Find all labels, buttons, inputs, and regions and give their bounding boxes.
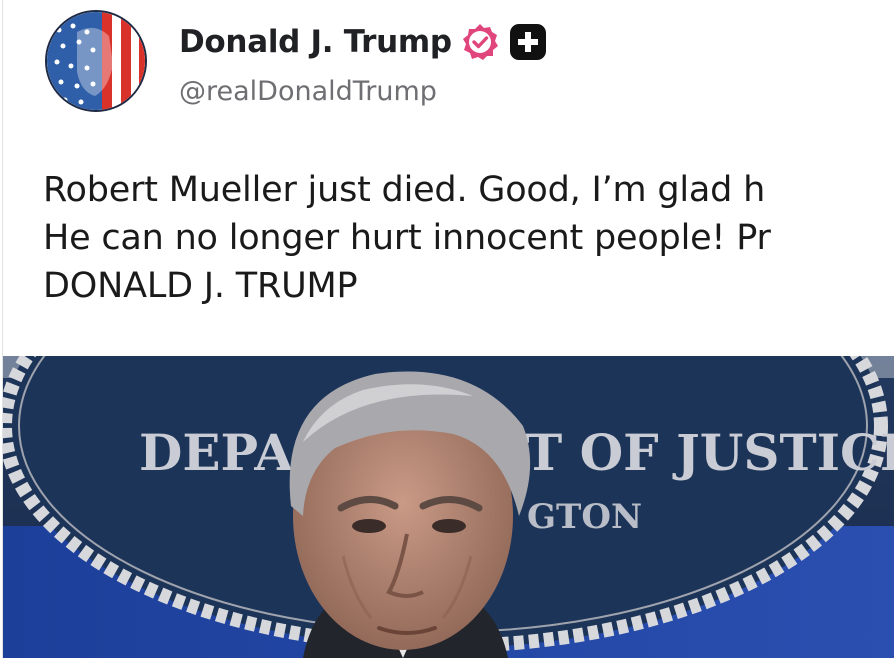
verified-badge-icon	[462, 24, 498, 60]
author-name-row: Donald J. Trump	[179, 22, 547, 62]
post-text: Robert Mueller just died. Good, I’m glad…	[43, 166, 894, 310]
post-text-line: Robert Mueller just died. Good, I’m glad…	[43, 170, 766, 210]
plus-badge-icon	[509, 24, 546, 60]
avatar-image	[47, 12, 145, 110]
media-photo: DEPA T OF JUSTICE GTON	[3, 356, 894, 658]
avatar[interactable]	[45, 10, 147, 112]
post-text-line: DONALD J. TRUMP	[43, 266, 358, 306]
seal-subtext: GTON	[527, 497, 642, 537]
post-text-line: He can no longer hurt innocent people! P…	[43, 218, 771, 258]
author-handle[interactable]: @realDonaldTrump	[179, 76, 437, 107]
seal-text-left: DEPA	[139, 423, 294, 482]
post-card[interactable]: Donald J. Trump @realDonaldTrump Robert …	[2, 0, 894, 658]
seal-text-right: T OF JUSTICE	[525, 423, 894, 482]
post-media-image[interactable]: DEPA T OF JUSTICE GTON	[3, 356, 894, 658]
author-display-name[interactable]: Donald J. Trump	[179, 24, 452, 60]
